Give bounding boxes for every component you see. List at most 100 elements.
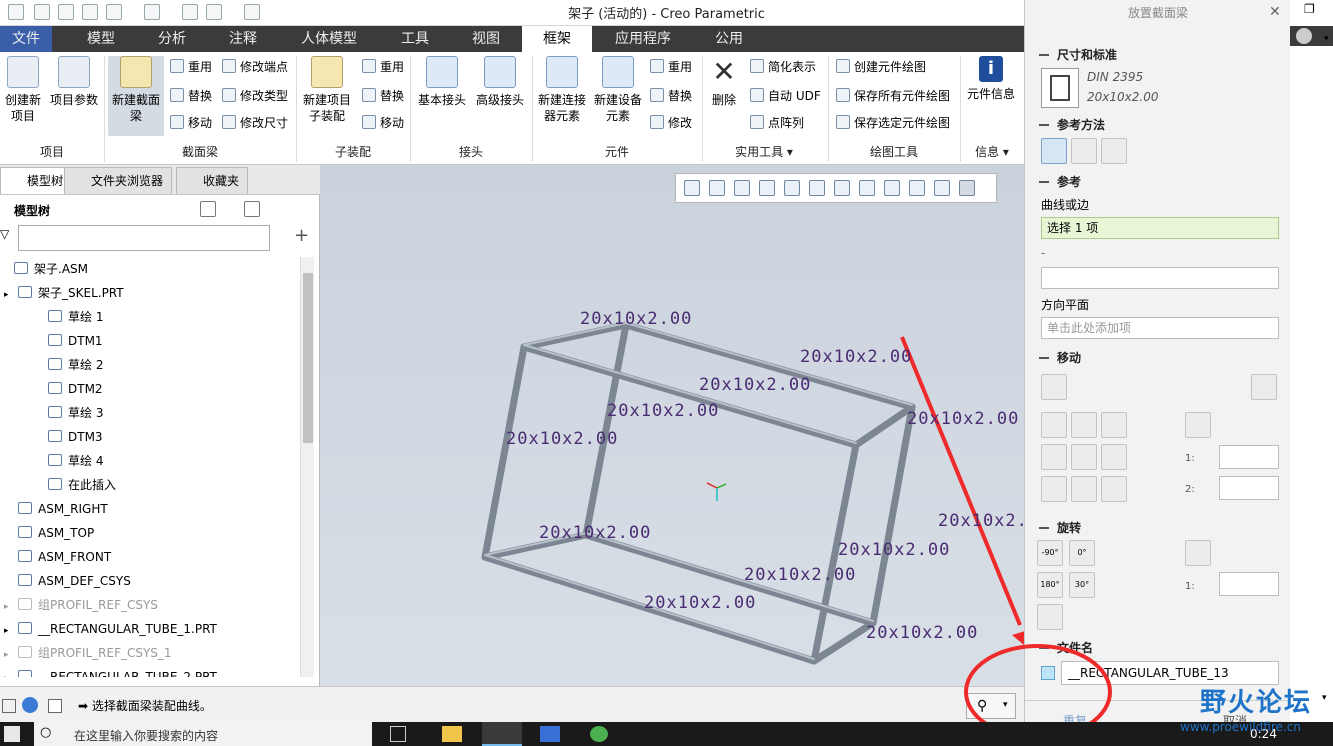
browser-icon[interactable] <box>590 726 608 742</box>
size-section-header[interactable]: 尺寸和标准 <box>1039 46 1117 63</box>
scrollbar-thumb[interactable] <box>303 273 313 443</box>
save-all-drawings-button[interactable]: 保存所有元件绘图 <box>836 85 950 107</box>
line-method-icon[interactable] <box>1041 138 1067 164</box>
tab-annotate[interactable]: 注释 <box>208 26 278 52</box>
offset-icon[interactable] <box>1185 412 1211 438</box>
simplify-button[interactable]: 简化表示 <box>750 56 816 78</box>
align-mc-icon[interactable] <box>1071 444 1097 470</box>
rotate-flip-icon[interactable] <box>1037 604 1063 630</box>
move-flip-icon[interactable] <box>1041 374 1067 400</box>
expand-caret-icon[interactable]: ▸ <box>4 595 18 619</box>
rotate-section-header[interactable]: 旋转 <box>1039 519 1081 536</box>
creo-taskbar-icon[interactable] <box>482 722 522 746</box>
tree-item[interactable]: 架子.ASM <box>0 257 88 281</box>
reuse-component-button[interactable]: 重用 <box>650 56 692 78</box>
create-drawing-button[interactable]: 创建元件绘图 <box>836 56 926 78</box>
tree-item[interactable]: ASM_FRONT <box>4 545 111 569</box>
tab-frame[interactable]: 框架 <box>522 26 592 53</box>
tab-tools[interactable]: 工具 <box>380 26 450 52</box>
tree-item[interactable]: 草绘 4 <box>34 449 103 473</box>
advanced-joint-button[interactable]: 高级接头 <box>472 56 528 108</box>
curve-edge-collector[interactable]: 选择 1 项 <box>1041 217 1279 239</box>
rotate-0-button[interactable]: 0° <box>1069 540 1095 566</box>
tree-search-input[interactable] <box>18 225 270 251</box>
expand-caret-icon[interactable]: ▸ <box>4 283 18 307</box>
window-icon[interactable] <box>48 699 62 713</box>
modify-component-button[interactable]: 修改 <box>650 112 692 134</box>
tree-item[interactable]: DTM2 <box>34 377 103 401</box>
tree-settings-icon[interactable] <box>200 201 216 217</box>
point-method-icon[interactable] <box>1071 138 1097 164</box>
new-connector-button[interactable]: 新建连接器元素 <box>534 56 590 124</box>
expand-caret-icon[interactable]: ▸ <box>4 619 18 643</box>
replace-beam-button[interactable]: 替换 <box>170 85 212 107</box>
reuse-sub-button[interactable]: 重用 <box>362 56 404 78</box>
align-mr-icon[interactable] <box>1101 444 1127 470</box>
modify-type-button[interactable]: 修改类型 <box>222 85 288 107</box>
dimension-label[interactable]: 20x10x2.00 <box>938 511 1024 531</box>
chevron-down-icon[interactable]: ▾ <box>1324 34 1329 44</box>
ref-method-section-header[interactable]: 参考方法 <box>1039 116 1105 133</box>
replace-component-button[interactable]: 替换 <box>650 85 692 107</box>
tree-item[interactable]: 草绘 1 <box>34 305 103 329</box>
align-tc-icon[interactable] <box>1071 412 1097 438</box>
expand-caret-icon[interactable]: ▸ <box>4 667 18 677</box>
group-project-label[interactable]: 项目 <box>0 142 104 162</box>
tree-item[interactable]: ASM_RIGHT <box>4 497 108 521</box>
move-beam-button[interactable]: 移动 <box>170 112 212 134</box>
align-bl-icon[interactable] <box>1041 476 1067 502</box>
auto-udf-button[interactable]: 自动 UDF <box>750 85 821 107</box>
tree-item[interactable]: 在此插入 <box>34 473 116 497</box>
tree-scrollbar[interactable] <box>300 257 314 677</box>
tree-item[interactable]: ASM_DEF_CSYS <box>4 569 131 593</box>
modify-endpoint-button[interactable]: 修改端点 <box>222 56 288 78</box>
basic-joint-button[interactable]: 基本接头 <box>414 56 470 108</box>
tree-item[interactable]: DTM1 <box>34 329 103 353</box>
tree-filter-icon[interactable] <box>244 201 260 217</box>
tree-item[interactable]: 草绘 3 <box>34 401 103 425</box>
taskbar-search[interactable]: ○ 在这里输入你要搜索的内容 <box>34 722 372 746</box>
tree-item[interactable]: 草绘 2 <box>34 353 103 377</box>
tab-analysis[interactable]: 分析 <box>137 26 207 52</box>
windows-start-icon[interactable] <box>4 726 20 742</box>
dimension-label[interactable]: 20x10x2.00 <box>580 309 692 329</box>
move-sub-button[interactable]: 移动 <box>362 112 404 134</box>
rotate-minus90-button[interactable]: -90° <box>1037 540 1063 566</box>
dimension-label[interactable]: 20x10x2.00 <box>800 347 912 367</box>
dimension-label[interactable]: 20x10x2.00 <box>838 540 950 560</box>
rotate-angle-icon[interactable] <box>1185 540 1211 566</box>
rotate-angle-input[interactable] <box>1219 572 1279 596</box>
task-view-icon[interactable] <box>390 726 406 742</box>
align-tl-icon[interactable] <box>1041 412 1067 438</box>
tree-item[interactable]: ▸ 组PROFIL_REF_CSYS <box>4 593 158 617</box>
globe-icon[interactable] <box>22 697 38 713</box>
new-project-button[interactable]: 创建新项目 <box>0 56 46 126</box>
align-tr-icon[interactable] <box>1101 412 1127 438</box>
close-icon[interactable]: ✕ <box>1269 4 1281 20</box>
new-subassembly-button[interactable]: 新建项目子装配 <box>300 56 354 124</box>
group-utility-label[interactable]: 实用工具 ▾ <box>703 142 825 162</box>
add-column-icon[interactable]: + <box>294 227 309 245</box>
replace-sub-button[interactable]: 替换 <box>362 85 404 107</box>
app-icon[interactable] <box>540 726 560 742</box>
align-bc-icon[interactable] <box>1071 476 1097 502</box>
chevron-down-icon[interactable]: ▾ <box>1322 693 1327 703</box>
file-explorer-icon[interactable] <box>442 726 462 742</box>
component-info-button[interactable]: i 元件信息 <box>962 56 1020 102</box>
align-br-icon[interactable] <box>1101 476 1127 502</box>
expand-caret-icon[interactable]: ▸ <box>4 643 18 667</box>
tab-folder-browser[interactable]: 文件夹浏览器 <box>64 167 173 194</box>
rotate-30-button[interactable]: 30° <box>1069 572 1095 598</box>
dimension-label[interactable]: 20x10x2.00 <box>506 429 618 449</box>
tree-item[interactable]: ▸ __RECTANGULAR_TUBE_1.PRT <box>4 617 217 641</box>
rotate-180-button[interactable]: 180° <box>1037 572 1063 598</box>
offset-1-input[interactable] <box>1219 445 1279 469</box>
move-rotate-icon[interactable] <box>1251 374 1277 400</box>
move-section-header[interactable]: 移动 <box>1039 349 1081 366</box>
dimension-label[interactable]: 20x10x2.00 <box>699 375 811 395</box>
tab-model[interactable]: 模型 <box>66 26 136 52</box>
tab-human-model[interactable]: 人体模型 <box>279 26 379 52</box>
reference-section-header[interactable]: 参考 <box>1039 173 1081 190</box>
help-icon[interactable] <box>1296 28 1312 44</box>
secondary-ref-collector[interactable] <box>1041 267 1279 289</box>
